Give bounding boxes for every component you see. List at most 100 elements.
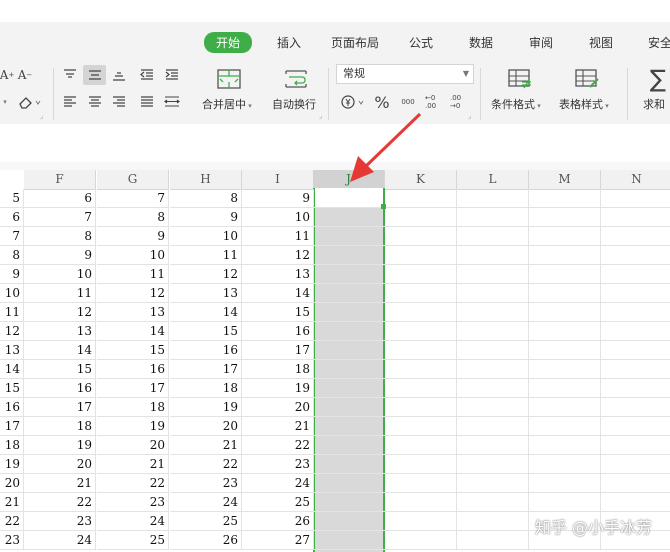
cell-g[interactable]: 16 — [97, 360, 169, 379]
cell-n[interactable] — [601, 208, 670, 227]
column-header-f[interactable]: F — [24, 170, 96, 190]
column-header-l[interactable]: L — [457, 170, 529, 190]
cell-g[interactable]: 23 — [97, 493, 169, 512]
cell-g[interactable]: 15 — [97, 341, 169, 360]
cell-j[interactable] — [313, 417, 385, 436]
cell-j[interactable] — [313, 474, 385, 493]
cell-j[interactable] — [313, 284, 385, 303]
cell-k[interactable] — [385, 531, 457, 550]
cell-h[interactable]: 24 — [170, 493, 242, 512]
cell-k[interactable] — [385, 246, 457, 265]
cell-j[interactable] — [313, 512, 385, 531]
cell-m[interactable] — [529, 303, 601, 322]
cell-k[interactable] — [385, 474, 457, 493]
table-style-label[interactable]: 表格样式 ▾ — [559, 96, 609, 112]
number-group-launcher-icon[interactable]: ⌟ — [468, 112, 471, 120]
cell-e[interactable]: 15 — [0, 379, 24, 398]
cell-h[interactable]: 9 — [170, 208, 242, 227]
cell-e[interactable]: 21 — [0, 493, 24, 512]
cell-m[interactable] — [529, 360, 601, 379]
cell-g[interactable]: 17 — [97, 379, 169, 398]
cell-j[interactable] — [313, 436, 385, 455]
tab-review[interactable]: 审阅 — [529, 34, 553, 51]
cell-m[interactable] — [529, 417, 601, 436]
justify-icon[interactable] — [136, 92, 158, 112]
column-header-n[interactable]: N — [601, 170, 670, 190]
tab-view[interactable]: 视图 — [589, 34, 613, 51]
cell-k[interactable] — [385, 322, 457, 341]
font-grow-button[interactable]: A + — [0, 66, 14, 84]
cell-e[interactable]: 7 — [0, 227, 24, 246]
tab-data[interactable]: 数据 — [469, 34, 493, 51]
cell-f[interactable]: 19 — [24, 436, 96, 455]
cell-l[interactable] — [457, 208, 529, 227]
cell-f[interactable]: 10 — [24, 265, 96, 284]
cell-l[interactable] — [457, 227, 529, 246]
cell-g[interactable]: 11 — [97, 265, 169, 284]
cell-f[interactable]: 16 — [24, 379, 96, 398]
cell-e[interactable]: 19 — [0, 455, 24, 474]
cell-g[interactable]: 19 — [97, 417, 169, 436]
clear-format-icon[interactable] — [16, 92, 44, 112]
cell-f[interactable]: 15 — [24, 360, 96, 379]
cell-l[interactable] — [457, 246, 529, 265]
cell-n[interactable] — [601, 398, 670, 417]
align-middle-icon[interactable] — [83, 65, 106, 85]
cell-f[interactable]: 13 — [24, 322, 96, 341]
wrap-text-icon[interactable] — [281, 66, 311, 92]
sum-label[interactable]: 求和 — [643, 96, 665, 112]
cell-i[interactable]: 15 — [242, 303, 314, 322]
cell-j[interactable] — [313, 208, 385, 227]
cell-h[interactable]: 15 — [170, 322, 242, 341]
cell-k[interactable] — [385, 379, 457, 398]
cell-f[interactable]: 7 — [24, 208, 96, 227]
cell-n[interactable] — [601, 303, 670, 322]
cell-h[interactable]: 14 — [170, 303, 242, 322]
cell-k[interactable] — [385, 284, 457, 303]
cell-n[interactable] — [601, 436, 670, 455]
cell-j[interactable] — [313, 398, 385, 417]
cell-i[interactable]: 9 — [242, 189, 314, 208]
cell-g[interactable]: 9 — [97, 227, 169, 246]
cell-h[interactable]: 13 — [170, 284, 242, 303]
cell-n[interactable] — [601, 417, 670, 436]
cell-j[interactable] — [313, 265, 385, 284]
cell-f[interactable]: 11 — [24, 284, 96, 303]
cell-k[interactable] — [385, 512, 457, 531]
cell-h[interactable]: 11 — [170, 246, 242, 265]
cell-h[interactable]: 17 — [170, 360, 242, 379]
cell-n[interactable] — [601, 322, 670, 341]
cell-i[interactable]: 12 — [242, 246, 314, 265]
cell-k[interactable] — [385, 417, 457, 436]
cell-e[interactable]: 18 — [0, 436, 24, 455]
cell-h[interactable]: 19 — [170, 398, 242, 417]
cell-l[interactable] — [457, 417, 529, 436]
table-style-icon[interactable] — [572, 66, 602, 92]
column-header-g[interactable]: G — [97, 170, 169, 190]
cell-k[interactable] — [385, 265, 457, 284]
cell-e[interactable]: 23 — [0, 531, 24, 550]
cell-i[interactable]: 20 — [242, 398, 314, 417]
alignment-group-launcher-icon[interactable]: ⌟ — [319, 112, 322, 120]
cell-l[interactable] — [457, 512, 529, 531]
fill-handle[interactable] — [381, 204, 386, 209]
align-left-icon[interactable] — [59, 92, 81, 112]
cell-m[interactable] — [529, 227, 601, 246]
cell-l[interactable] — [457, 360, 529, 379]
cell-e[interactable]: 13 — [0, 341, 24, 360]
cell-j[interactable] — [313, 303, 385, 322]
column-header-m[interactable]: M — [529, 170, 601, 190]
cell-e[interactable]: 14 — [0, 360, 24, 379]
active-cell[interactable] — [315, 188, 383, 207]
cell-g[interactable]: 13 — [97, 303, 169, 322]
cell-g[interactable]: 18 — [97, 398, 169, 417]
cell-j[interactable] — [313, 379, 385, 398]
cell-f[interactable]: 6 — [24, 189, 96, 208]
cell-k[interactable] — [385, 455, 457, 474]
cell-m[interactable] — [529, 398, 601, 417]
cell-n[interactable] — [601, 246, 670, 265]
merge-center-icon[interactable] — [214, 66, 244, 92]
cell-h[interactable]: 23 — [170, 474, 242, 493]
cell-i[interactable]: 17 — [242, 341, 314, 360]
cell-j[interactable] — [313, 360, 385, 379]
